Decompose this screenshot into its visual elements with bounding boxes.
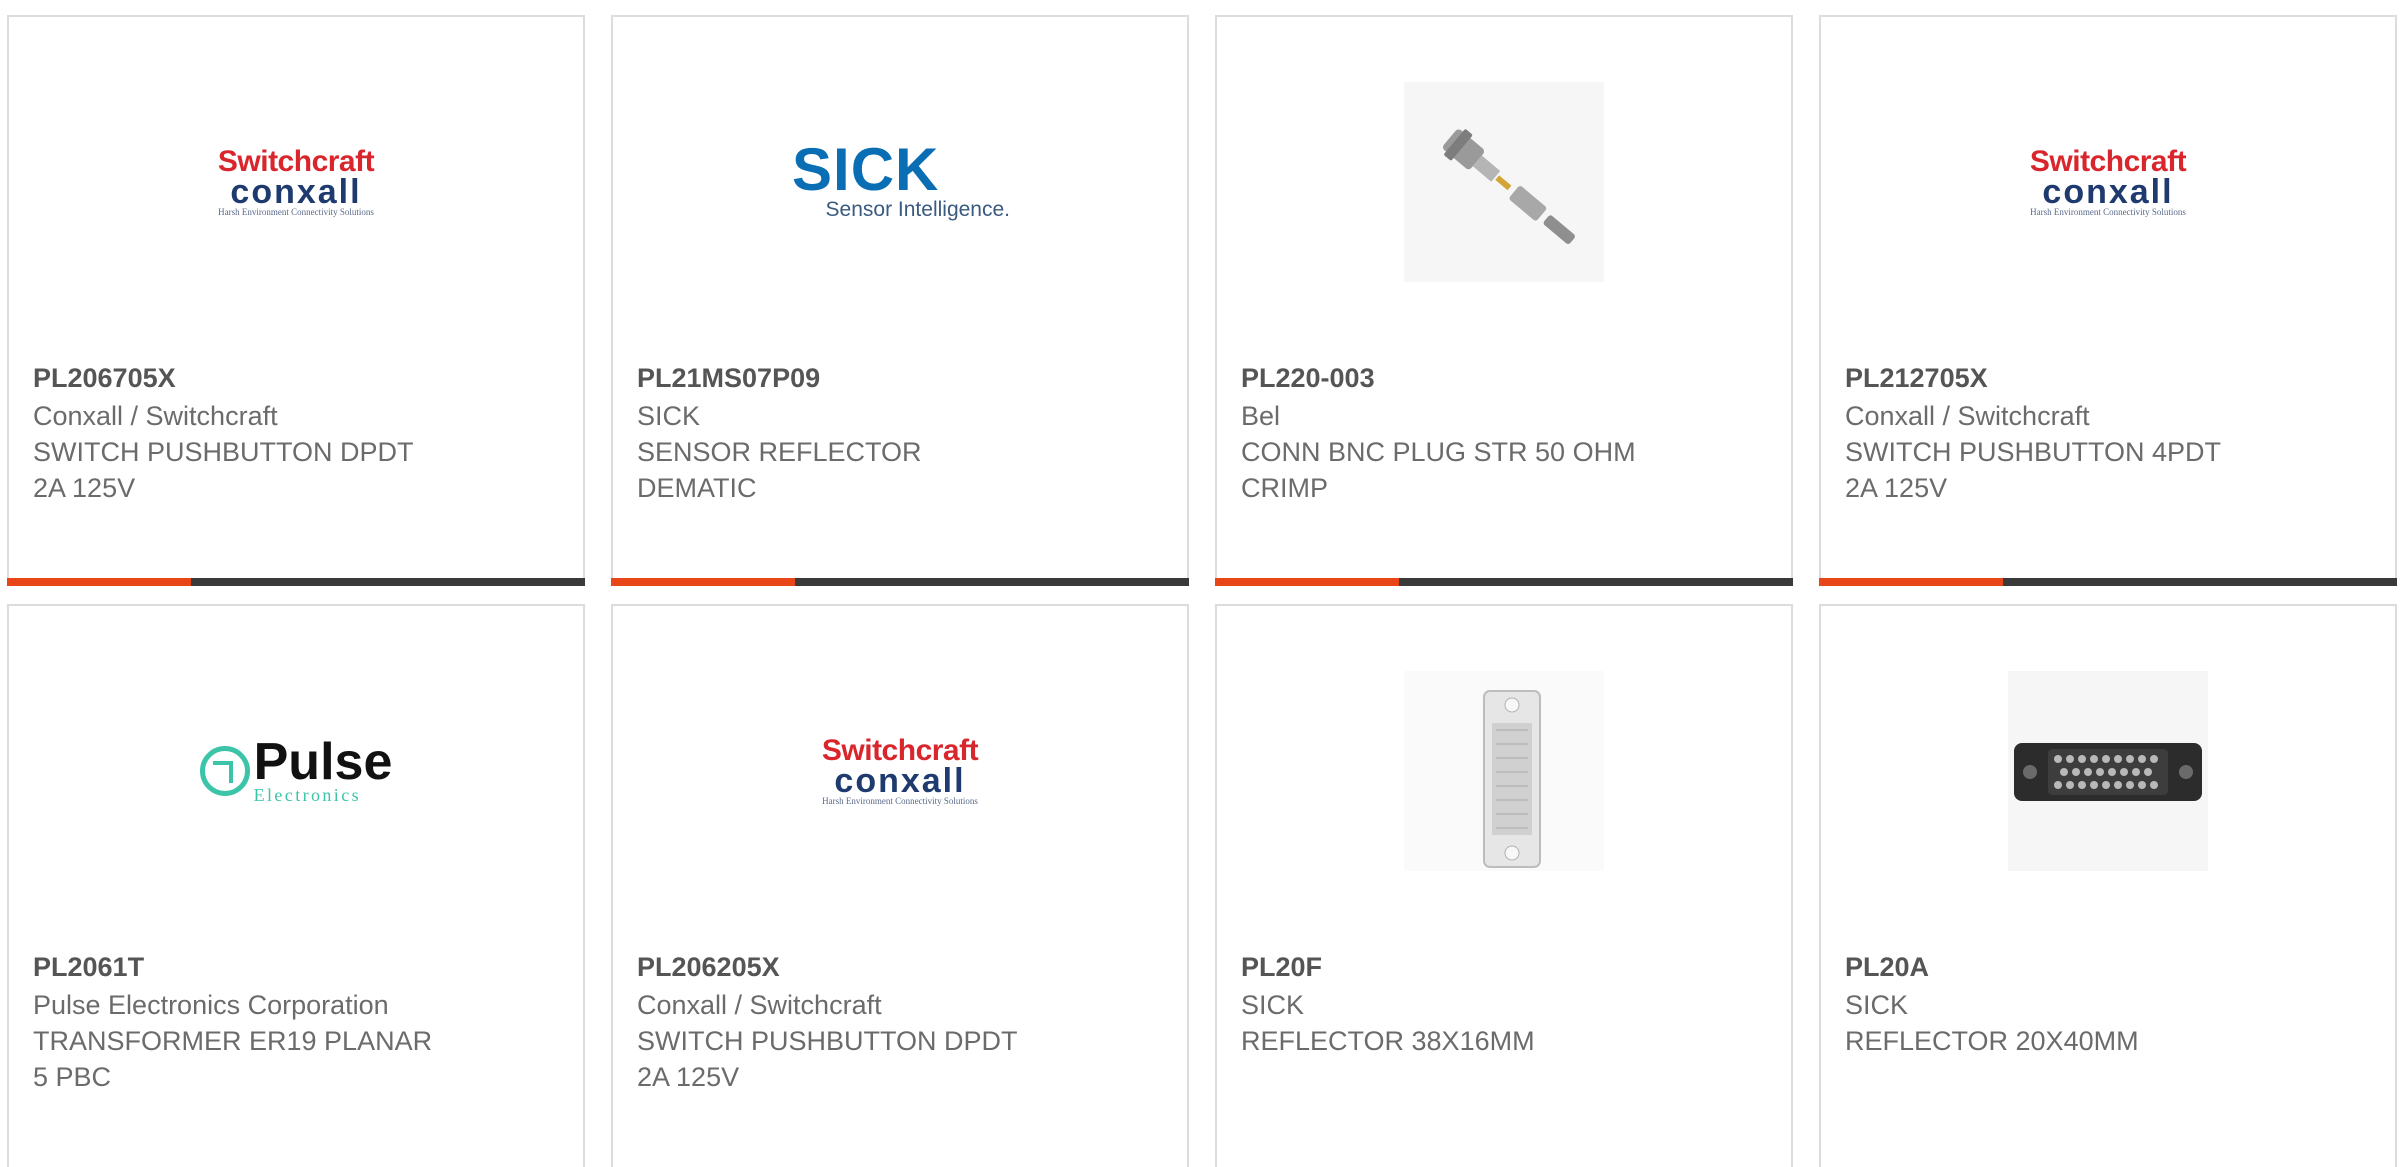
part-number[interactable]: PL20A bbox=[1845, 949, 2375, 985]
product-card[interactable]: Switchcraft conxall Harsh Environment Co… bbox=[1819, 15, 2397, 586]
product-image[interactable]: Switchcraft conxall Harsh Environment Co… bbox=[9, 17, 583, 347]
part-number[interactable]: PL206205X bbox=[637, 949, 1167, 985]
manufacturer: SICK bbox=[1845, 990, 1909, 1020]
pulse-mark-icon bbox=[199, 746, 250, 796]
reflector-photo bbox=[1404, 671, 1604, 871]
manufacturer: Pulse Electronics Corporation bbox=[33, 990, 389, 1020]
product-info: PL20F SICK REFLECTOR 38X16MM bbox=[1241, 949, 1771, 1059]
part-number[interactable]: PL20F bbox=[1241, 949, 1771, 985]
switchcraft-conxall-logo: Switchcraft conxall Harsh Environment Co… bbox=[191, 147, 401, 218]
card-bottom-bar bbox=[1215, 578, 1793, 586]
description-line-1: REFLECTOR 38X16MM bbox=[1241, 1026, 1535, 1056]
product-card[interactable]: PL220-003 Bel CONN BNC PLUG STR 50 OHM C… bbox=[1215, 15, 1793, 586]
description-line-1: REFLECTOR 20X40MM bbox=[1845, 1026, 2139, 1056]
card-bottom-bar bbox=[7, 578, 585, 586]
switchcraft-conxall-logo: Switchcraft conxall Harsh Environment Co… bbox=[2003, 147, 2213, 218]
product-card[interactable]: PL20A SICK REFLECTOR 20X40MM bbox=[1819, 604, 2397, 1167]
part-number[interactable]: PL220-003 bbox=[1241, 360, 1771, 396]
connector-block-photo bbox=[2008, 671, 2208, 871]
product-image[interactable]: SICK Sensor Intelligence. bbox=[613, 17, 1187, 347]
switchcraft-conxall-logo: Switchcraft conxall Harsh Environment Co… bbox=[795, 736, 1005, 807]
description-line-1: SWITCH PUSHBUTTON DPDT bbox=[637, 1026, 1018, 1056]
logo-text-bottom: conxall bbox=[230, 173, 362, 211]
product-info: PL212705X Conxall / Switchcraft SWITCH P… bbox=[1845, 360, 2375, 506]
product-info: PL206705X Conxall / Switchcraft SWITCH P… bbox=[33, 360, 563, 506]
manufacturer: Conxall / Switchcraft bbox=[1845, 401, 2090, 431]
pulse-electronics-logo: Pulse Electronics bbox=[199, 733, 393, 804]
product-info: PL2061T Pulse Electronics Corporation TR… bbox=[33, 949, 563, 1095]
product-info: PL21MS07P09 SICK SENSOR REFLECTOR DEMATI… bbox=[637, 360, 1167, 506]
product-image[interactable] bbox=[1821, 606, 2395, 936]
description-line-1: SWITCH PUSHBUTTON 4PDT bbox=[1845, 437, 2222, 467]
manufacturer: Bel bbox=[1241, 401, 1281, 431]
part-number[interactable]: PL2061T bbox=[33, 949, 563, 985]
logo-tagline: Harsh Environment Connectivity Solutions bbox=[2030, 207, 2186, 217]
card-accent-bar bbox=[1819, 578, 2003, 586]
product-card[interactable]: Pulse Electronics PL2061T Pulse Electron… bbox=[7, 604, 585, 1167]
product-image[interactable] bbox=[1217, 17, 1791, 347]
logo-text-bottom: conxall bbox=[834, 762, 966, 800]
logo-tagline: Harsh Environment Connectivity Solutions bbox=[218, 207, 374, 217]
description-line-1: CONN BNC PLUG STR 50 OHM bbox=[1241, 437, 1636, 467]
bnc-connector-photo bbox=[1404, 82, 1604, 282]
product-info: PL206205X Conxall / Switchcraft SWITCH P… bbox=[637, 949, 1167, 1095]
part-number[interactable]: PL21MS07P09 bbox=[637, 360, 1167, 396]
description-line-2: DEMATIC bbox=[637, 473, 757, 503]
description-line-2: 2A 125V bbox=[637, 1062, 740, 1092]
description-line-2: CRIMP bbox=[1241, 473, 1328, 503]
product-image[interactable]: Pulse Electronics bbox=[9, 606, 583, 936]
product-card[interactable]: PL20F SICK REFLECTOR 38X16MM bbox=[1215, 604, 1793, 1167]
description-line-2: 2A 125V bbox=[1845, 473, 1948, 503]
description-line-1: TRANSFORMER ER19 PLANAR bbox=[33, 1026, 433, 1056]
product-info: PL220-003 Bel CONN BNC PLUG STR 50 OHM C… bbox=[1241, 360, 1771, 506]
product-grid: Switchcraft conxall Harsh Environment Co… bbox=[0, 0, 2400, 1167]
description-line-2: 2A 125V bbox=[33, 473, 136, 503]
part-number[interactable]: PL206705X bbox=[33, 360, 563, 396]
manufacturer: SICK bbox=[1241, 990, 1305, 1020]
product-card[interactable]: SICK Sensor Intelligence. PL21MS07P09 SI… bbox=[611, 15, 1189, 586]
logo-text-big: Pulse bbox=[253, 733, 393, 791]
card-accent-bar bbox=[7, 578, 191, 586]
part-number[interactable]: PL212705X bbox=[1845, 360, 2375, 396]
product-card[interactable]: Switchcraft conxall Harsh Environment Co… bbox=[611, 604, 1189, 1167]
product-image[interactable] bbox=[1217, 606, 1791, 936]
sick-logo: SICK Sensor Intelligence. bbox=[790, 136, 1010, 222]
card-bottom-bar bbox=[1819, 578, 2397, 586]
manufacturer: Conxall / Switchcraft bbox=[637, 990, 882, 1020]
manufacturer: SICK bbox=[637, 401, 701, 431]
product-image[interactable]: Switchcraft conxall Harsh Environment Co… bbox=[1821, 17, 2395, 347]
product-info: PL20A SICK REFLECTOR 20X40MM bbox=[1845, 949, 2375, 1059]
card-accent-bar bbox=[611, 578, 795, 586]
description-line-1: SWITCH PUSHBUTTON DPDT bbox=[33, 437, 414, 467]
logo-tagline: Harsh Environment Connectivity Solutions bbox=[822, 796, 978, 806]
logo-text-big: SICK bbox=[792, 136, 940, 203]
card-bottom-bar bbox=[611, 578, 1189, 586]
manufacturer: Conxall / Switchcraft bbox=[33, 401, 278, 431]
description-line-1: SENSOR REFLECTOR bbox=[637, 437, 922, 467]
description-line-2: 5 PBC bbox=[33, 1062, 112, 1092]
logo-text-bottom: conxall bbox=[2042, 173, 2174, 211]
card-accent-bar bbox=[1215, 578, 1399, 586]
product-image[interactable]: Switchcraft conxall Harsh Environment Co… bbox=[613, 606, 1187, 936]
product-card[interactable]: Switchcraft conxall Harsh Environment Co… bbox=[7, 15, 585, 586]
